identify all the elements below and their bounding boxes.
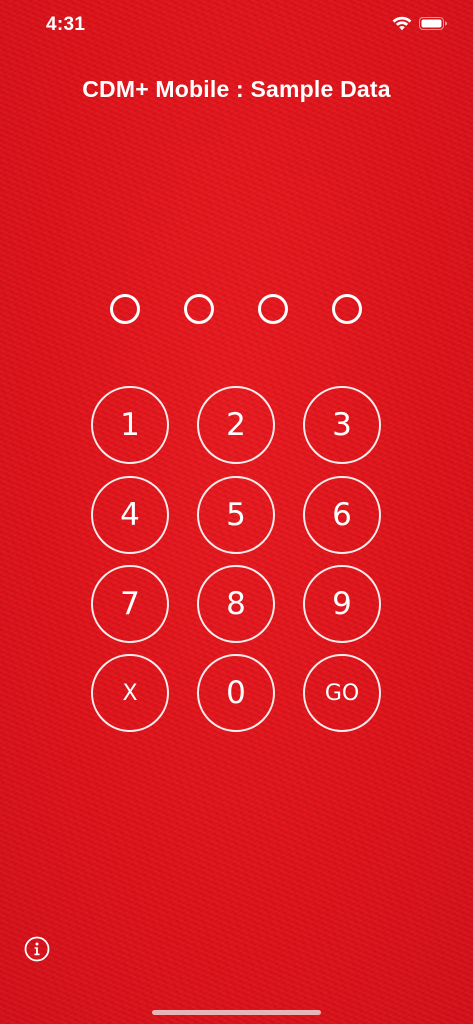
info-icon[interactable] xyxy=(24,936,50,962)
page-title: CDM+ Mobile : Sample Data xyxy=(82,76,391,102)
key-4-button[interactable]: 4 xyxy=(91,476,169,554)
home-indicator[interactable] xyxy=(152,1010,321,1015)
key-7-button[interactable]: 7 xyxy=(91,565,169,643)
battery-icon xyxy=(419,17,447,30)
key-5-button[interactable]: 5 xyxy=(197,476,275,554)
key-8-button[interactable]: 8 xyxy=(197,565,275,643)
go-button[interactable]: GO xyxy=(303,654,381,732)
clear-button[interactable]: X xyxy=(91,654,169,732)
pin-dot xyxy=(258,294,288,324)
key-1-button[interactable]: 1 xyxy=(91,386,169,464)
pin-dot xyxy=(332,294,362,324)
key-0-button[interactable]: 0 xyxy=(197,654,275,732)
pin-dot xyxy=(110,294,140,324)
wifi-icon xyxy=(392,16,412,31)
key-6-button[interactable]: 6 xyxy=(303,476,381,554)
key-2-button[interactable]: 2 xyxy=(197,386,275,464)
pin-dot xyxy=(184,294,214,324)
key-3-button[interactable]: 3 xyxy=(303,386,381,464)
status-time: 4:31 xyxy=(46,14,86,35)
status-bar: 4:31 xyxy=(0,0,473,50)
key-9-button[interactable]: 9 xyxy=(303,565,381,643)
